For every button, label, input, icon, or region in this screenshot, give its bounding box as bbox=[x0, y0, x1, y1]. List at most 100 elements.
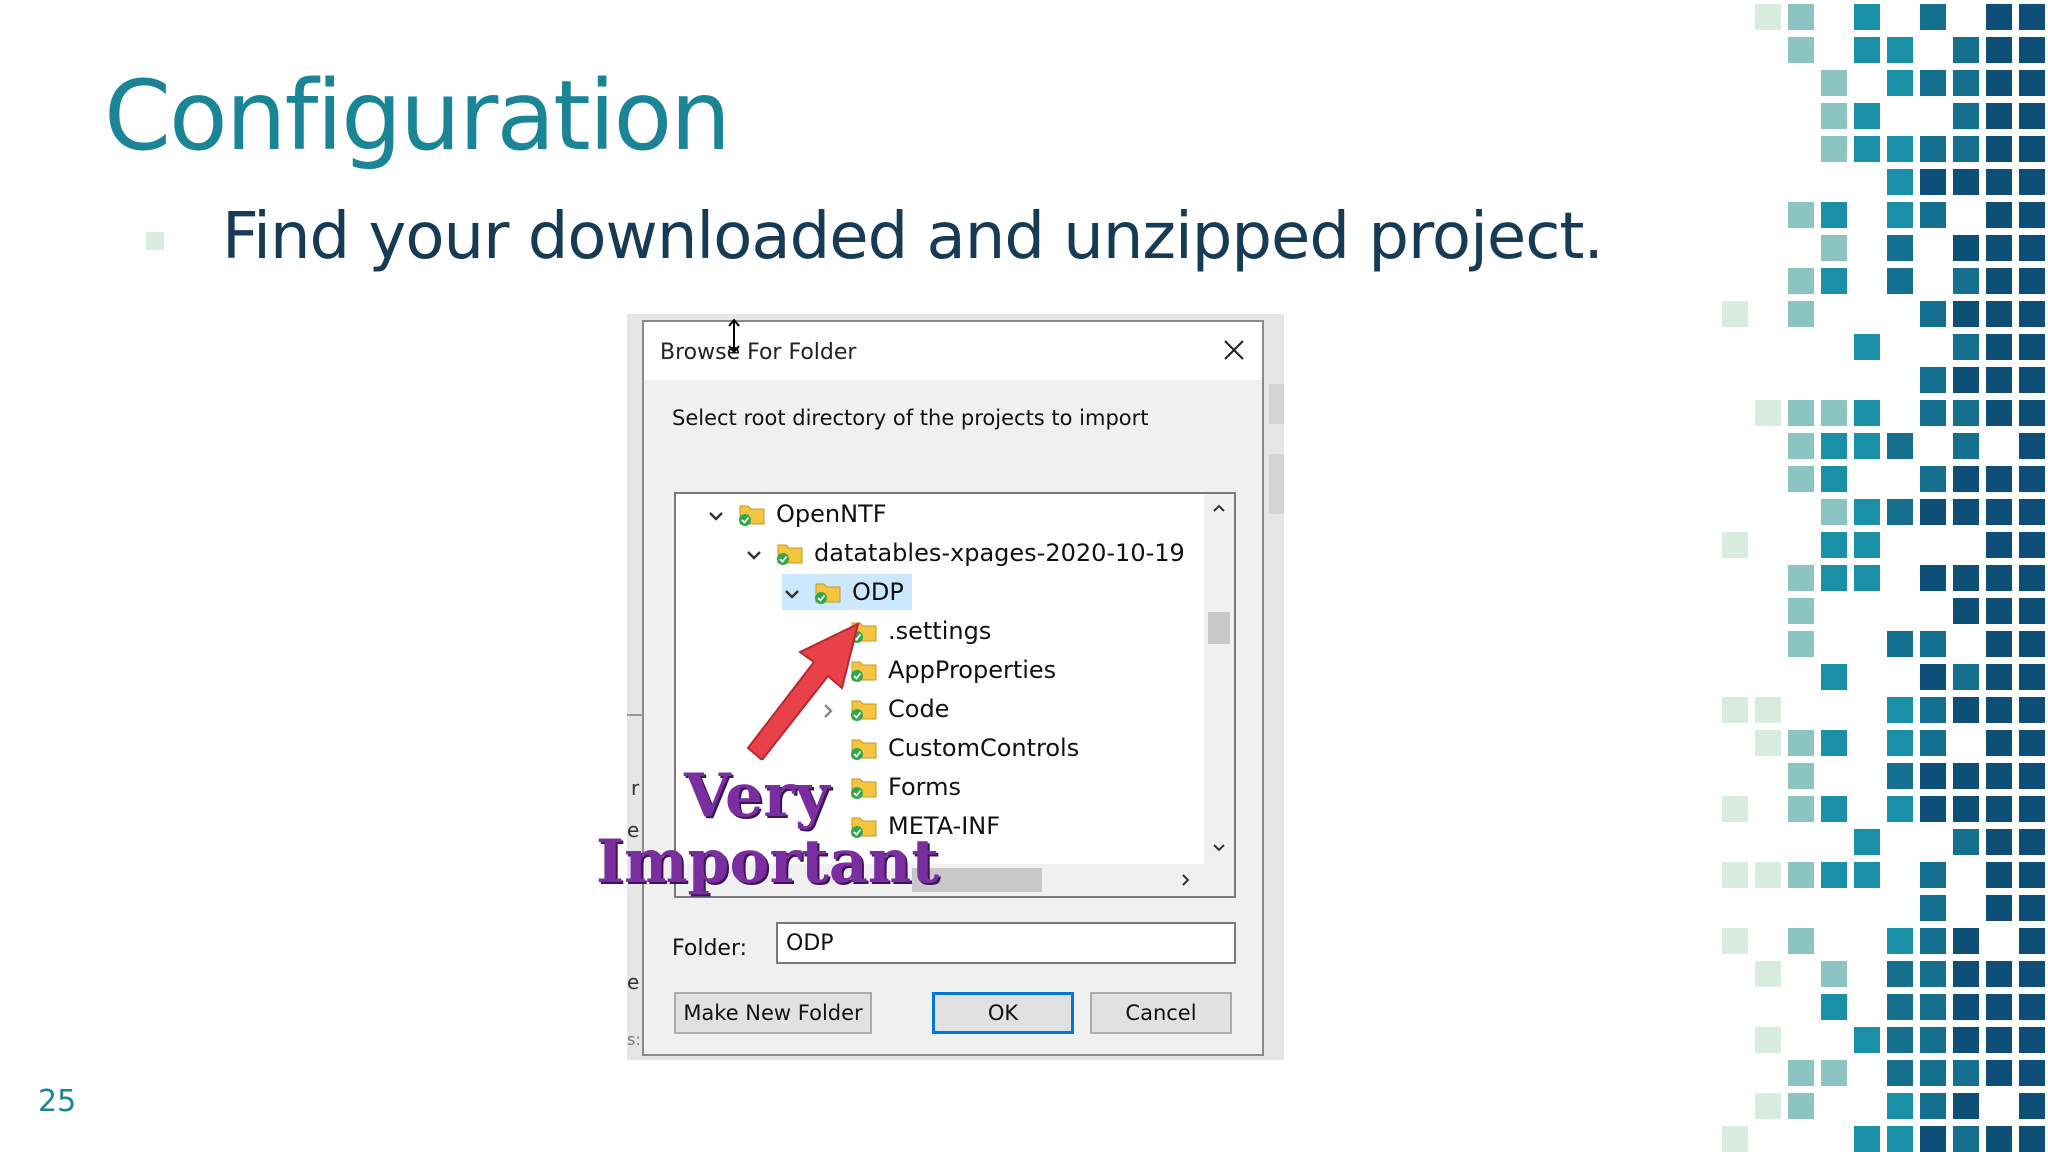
vertical-scroll-thumb[interactable] bbox=[1208, 612, 1230, 644]
tree-item-label: ODP bbox=[852, 578, 904, 606]
backdrop-fragment: e bbox=[627, 970, 640, 994]
mosaic-tile bbox=[1953, 169, 1979, 195]
mosaic-tile bbox=[1788, 862, 1814, 888]
mosaic-tile bbox=[1920, 664, 1946, 690]
close-button[interactable] bbox=[1214, 330, 1254, 370]
mosaic-tile bbox=[1887, 928, 1913, 954]
cancel-button[interactable]: Cancel bbox=[1090, 992, 1232, 1034]
mosaic-tile bbox=[1887, 433, 1913, 459]
mosaic-tile bbox=[1986, 532, 2012, 558]
mosaic-tile bbox=[1821, 862, 1847, 888]
mosaic-tile bbox=[2019, 433, 2045, 459]
mosaic-tile bbox=[1854, 862, 1880, 888]
mosaic-tile bbox=[1887, 1126, 1913, 1152]
tree-item-label: CustomControls bbox=[888, 734, 1080, 762]
mosaic-tile bbox=[1920, 994, 1946, 1020]
mosaic-tile bbox=[1887, 499, 1913, 525]
folder-field[interactable] bbox=[776, 922, 1236, 964]
mosaic-tile bbox=[1986, 1027, 2012, 1053]
mosaic-tile bbox=[1920, 499, 1946, 525]
mosaic-tile bbox=[2019, 631, 2045, 657]
mosaic-tile bbox=[1986, 367, 2012, 393]
mosaic-tile bbox=[2019, 400, 2045, 426]
mosaic-tile bbox=[1788, 928, 1814, 954]
mosaic-tile bbox=[1887, 763, 1913, 789]
mosaic-tile bbox=[1887, 1027, 1913, 1053]
backdrop-fragment: s: bbox=[627, 1030, 641, 1049]
mosaic-tile bbox=[2019, 70, 2045, 96]
very-important-annotation: Very Important bbox=[596, 766, 939, 892]
scroll-up-icon[interactable] bbox=[1211, 500, 1227, 516]
mosaic-tile bbox=[1854, 103, 1880, 129]
tree-item[interactable]: ODP bbox=[782, 574, 912, 610]
mosaic-tile bbox=[1986, 37, 2012, 63]
mosaic-tile bbox=[1953, 928, 1979, 954]
mosaic-tile bbox=[1788, 37, 1814, 63]
mosaic-tile bbox=[1953, 664, 1979, 690]
mosaic-tile bbox=[1986, 301, 2012, 327]
mosaic-tile bbox=[1986, 598, 2012, 624]
mosaic-tile bbox=[1854, 334, 1880, 360]
mosaic-tile bbox=[1722, 928, 1748, 954]
mosaic-tile bbox=[1953, 334, 1979, 360]
mosaic-tile bbox=[1986, 994, 2012, 1020]
mosaic-tile bbox=[1986, 862, 2012, 888]
mosaic-tile bbox=[1920, 796, 1946, 822]
mosaic-tile bbox=[1887, 235, 1913, 261]
chevron-down-icon[interactable] bbox=[706, 504, 726, 524]
mosaic-tile bbox=[2019, 664, 2045, 690]
mosaic-tile bbox=[1986, 136, 2012, 162]
vertical-scrollbar[interactable] bbox=[1204, 494, 1234, 864]
mosaic-tile bbox=[1953, 235, 1979, 261]
mosaic-tile bbox=[1821, 1060, 1847, 1086]
mosaic-tile bbox=[1788, 301, 1814, 327]
annotation-line-1: Very bbox=[684, 761, 830, 831]
mosaic-tile bbox=[1854, 829, 1880, 855]
mosaic-tile bbox=[1755, 1093, 1781, 1119]
mosaic-tile bbox=[1986, 961, 2012, 987]
mosaic-tile bbox=[1953, 763, 1979, 789]
mosaic-tile bbox=[1821, 136, 1847, 162]
chevron-down-icon[interactable] bbox=[782, 582, 802, 602]
folder-synced-icon bbox=[814, 579, 842, 605]
bullet-marker bbox=[146, 232, 164, 250]
scroll-right-icon[interactable] bbox=[1178, 872, 1194, 888]
mosaic-tile bbox=[1920, 202, 1946, 228]
mosaic-tile bbox=[1953, 37, 1979, 63]
mosaic-tile bbox=[2019, 730, 2045, 756]
tree-item-label: Code bbox=[888, 695, 950, 723]
mosaic-tile bbox=[1854, 37, 1880, 63]
mosaic-tile bbox=[1953, 466, 1979, 492]
mosaic-tile bbox=[1986, 4, 2012, 30]
ok-button[interactable]: OK bbox=[932, 992, 1074, 1034]
mosaic-tile bbox=[1920, 961, 1946, 987]
mosaic-tile bbox=[1953, 433, 1979, 459]
mosaic-tile bbox=[2019, 4, 2045, 30]
mosaic-tile bbox=[1953, 1093, 1979, 1119]
tree-item-label: datatables-xpages-2020-10-19 bbox=[814, 539, 1185, 567]
mosaic-tile bbox=[1953, 1060, 1979, 1086]
mosaic-tile bbox=[1953, 565, 1979, 591]
mosaic-tile bbox=[1920, 631, 1946, 657]
mosaic-tile bbox=[1887, 169, 1913, 195]
mosaic-tile bbox=[2019, 697, 2045, 723]
mosaic-tile bbox=[1887, 70, 1913, 96]
folder-synced-icon bbox=[776, 540, 804, 566]
scroll-down-icon[interactable] bbox=[1211, 840, 1227, 856]
mosaic-tile bbox=[2019, 136, 2045, 162]
mosaic-tile bbox=[1920, 1093, 1946, 1119]
make-new-folder-button[interactable]: Make New Folder bbox=[674, 992, 872, 1034]
mosaic-tile bbox=[1953, 994, 1979, 1020]
mosaic-tile bbox=[1887, 37, 1913, 63]
mosaic-tile bbox=[2019, 301, 2045, 327]
tree-item[interactable]: OpenNTF bbox=[706, 496, 887, 532]
chevron-down-icon[interactable] bbox=[744, 543, 764, 563]
mosaic-tile bbox=[1887, 994, 1913, 1020]
mosaic-tile bbox=[1953, 1126, 1979, 1152]
mosaic-tile bbox=[1920, 763, 1946, 789]
mosaic-tile bbox=[1788, 796, 1814, 822]
tree-item[interactable]: datatables-xpages-2020-10-19 bbox=[744, 535, 1185, 571]
mosaic-tile bbox=[1986, 235, 2012, 261]
mosaic-tile bbox=[1953, 961, 1979, 987]
mosaic-tile bbox=[1953, 367, 1979, 393]
